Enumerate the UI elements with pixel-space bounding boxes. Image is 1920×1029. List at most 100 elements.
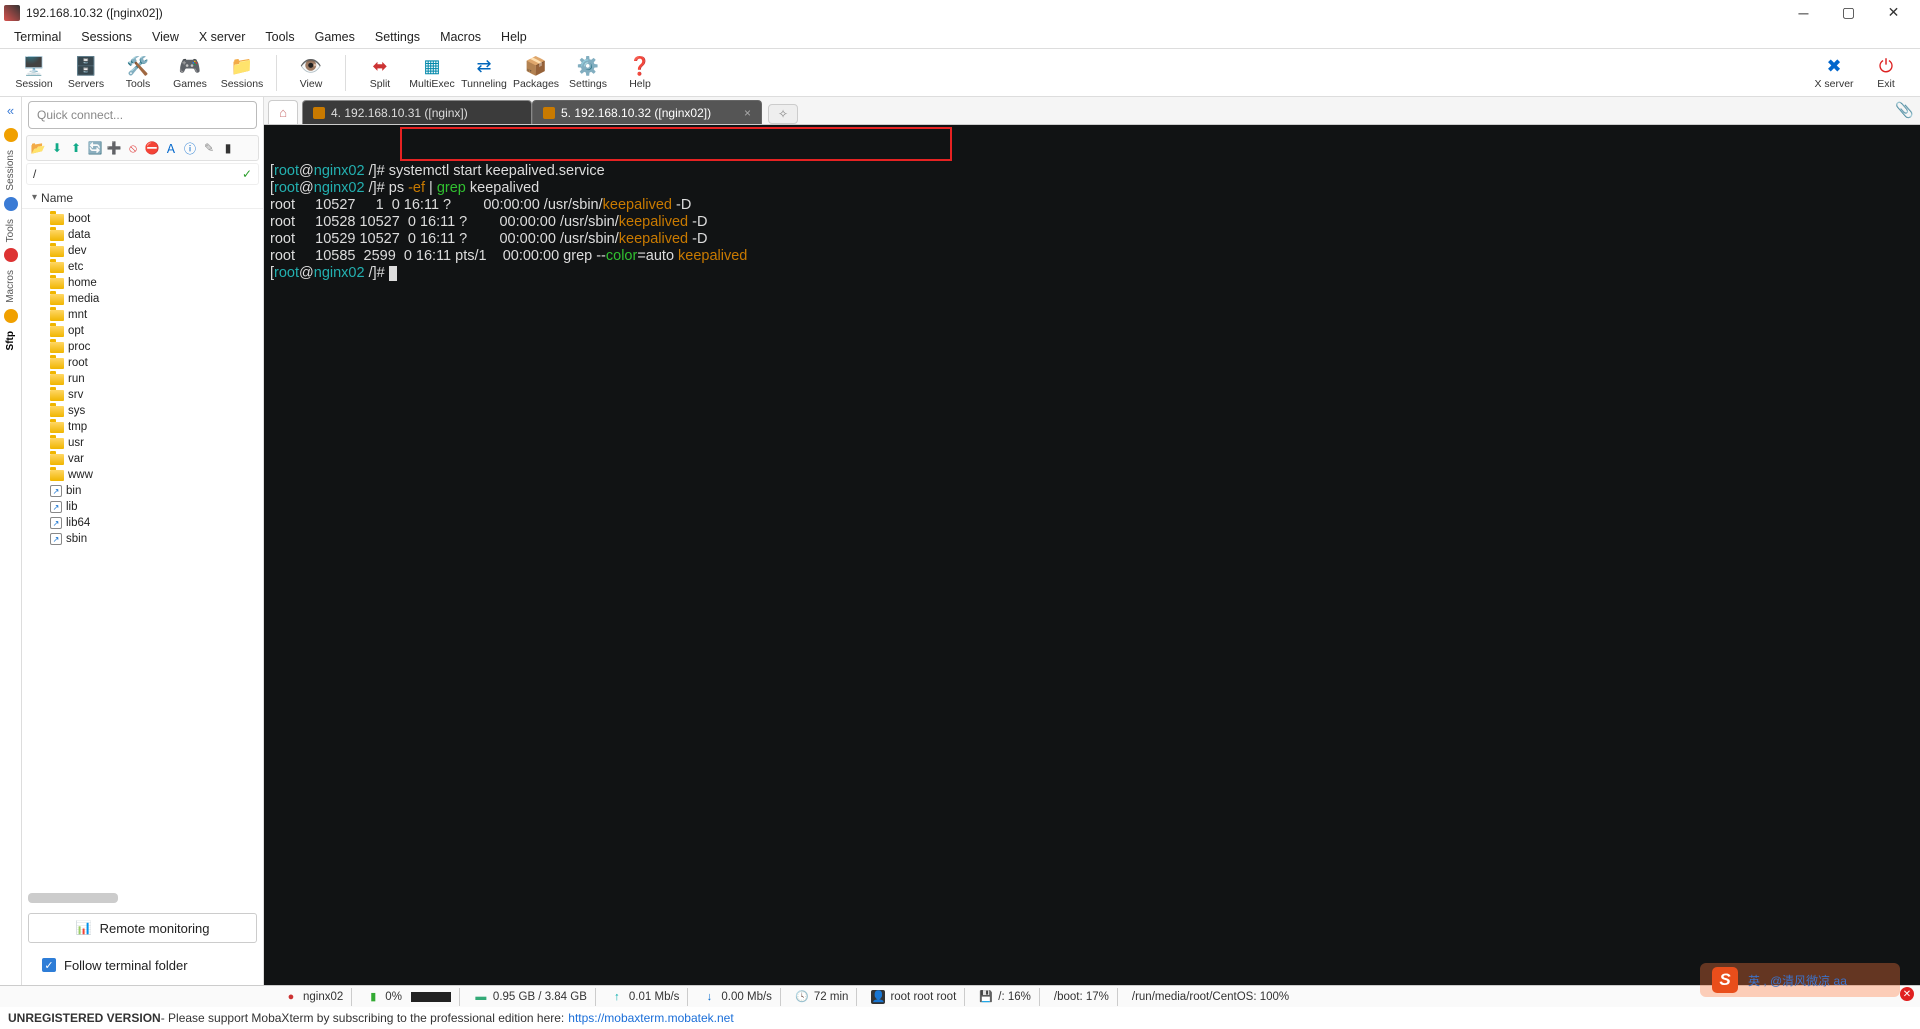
input-method-capsule[interactable]: S 英 , @清风微凉 aa	[1700, 963, 1900, 997]
menu-tools[interactable]: Tools	[255, 28, 304, 46]
sftp-panel: Quick connect... 📂⬇⬆🔄➕⦸⛔Ａⓘ✎▮ / ✓ ▾ Name …	[22, 97, 264, 985]
download-icon[interactable]: ⬇	[49, 140, 65, 156]
menu-games[interactable]: Games	[305, 28, 365, 46]
minimize-button[interactable]: ─	[1781, 0, 1826, 25]
tools-button[interactable]: 🛠️Tools	[112, 50, 164, 96]
session-button[interactable]: 🖥️Session	[8, 50, 60, 96]
exit-button[interactable]: ⏻Exit	[1860, 50, 1912, 96]
file-item[interactable]: ↗lib64	[22, 515, 263, 531]
packages-icon: 📦	[525, 55, 547, 77]
upload-icon[interactable]: ⬆	[68, 140, 84, 156]
newfolder-icon[interactable]: ➕	[106, 140, 122, 156]
servers-button[interactable]: 🗄️Servers	[60, 50, 112, 96]
paperclip-icon[interactable]: 📎	[1895, 101, 1914, 119]
remote-monitoring-button[interactable]: 📊 Remote monitoring	[28, 913, 257, 943]
refresh-icon[interactable]: 🔄	[87, 140, 103, 156]
file-name: opt	[68, 325, 84, 337]
vtab-sftp[interactable]: Sftp	[5, 325, 16, 356]
new-tab-button[interactable]: ✧	[768, 104, 798, 124]
status-disk-media: /run/media/root/CentOS: 100%	[1124, 988, 1297, 1006]
help-button[interactable]: ❓Help	[614, 50, 666, 96]
menu-view[interactable]: View	[142, 28, 189, 46]
file-item[interactable]: etc	[22, 259, 263, 275]
terminal[interactable]: [root@nginx02 /]# systemctl start keepal…	[264, 125, 1920, 985]
sessions-button[interactable]: 📁Sessions	[216, 50, 268, 96]
collapse-sidebar-icon[interactable]: «	[7, 103, 14, 118]
file-item[interactable]: sys	[22, 403, 263, 419]
monitor-icon: 📊	[75, 920, 91, 936]
file-item[interactable]: boot	[22, 211, 263, 227]
folder-up-icon[interactable]: 📂	[30, 140, 46, 156]
xserver-button[interactable]: ✖X server	[1808, 50, 1860, 96]
settings-button[interactable]: ⚙️Settings	[562, 50, 614, 96]
file-item[interactable]: opt	[22, 323, 263, 339]
file-item[interactable]: proc	[22, 339, 263, 355]
stop-icon[interactable]: ⛔	[144, 140, 160, 156]
file-item[interactable]: ↗sbin	[22, 531, 263, 547]
folder-icon	[50, 374, 64, 385]
tab-label: 5. 192.168.10.32 ([nginx02])	[561, 106, 711, 120]
file-item[interactable]: usr	[22, 435, 263, 451]
tunneling-icon: ⇄	[473, 55, 495, 77]
file-item[interactable]: home	[22, 275, 263, 291]
file-item[interactable]: root	[22, 355, 263, 371]
file-item[interactable]: dev	[22, 243, 263, 259]
tree-expand-icon[interactable]: ▾	[32, 192, 37, 203]
tunneling-button[interactable]: ⇄Tunneling	[458, 50, 510, 96]
folder-icon	[50, 294, 64, 305]
file-item[interactable]: ↗lib	[22, 499, 263, 515]
split-button[interactable]: ⬌Split	[354, 50, 406, 96]
vertical-tab-rail: « Sessions Tools Macros Sftp	[0, 97, 22, 985]
menu-sessions[interactable]: Sessions	[71, 28, 142, 46]
file-name: run	[68, 373, 85, 385]
rename-icon[interactable]: Ａ	[163, 140, 179, 156]
vtab-tools[interactable]: Tools	[5, 213, 16, 248]
horizontal-scrollbar[interactable]	[28, 893, 118, 903]
folder-icon	[50, 422, 64, 433]
file-item[interactable]: ↗bin	[22, 483, 263, 499]
close-button[interactable]: ✕	[1871, 0, 1916, 25]
vtab-sessions[interactable]: Sessions	[5, 144, 16, 197]
menu-help[interactable]: Help	[491, 28, 537, 46]
menu-macros[interactable]: Macros	[430, 28, 491, 46]
menu-settings[interactable]: Settings	[365, 28, 430, 46]
folder-icon	[50, 326, 64, 337]
session-tabbar: ⌂ 4. 192.168.10.31 ([nginx]) 5. 192.168.…	[264, 97, 1920, 125]
file-item[interactable]: var	[22, 451, 263, 467]
terminal-icon[interactable]: ▮	[220, 140, 236, 156]
session-tab-5[interactable]: 5. 192.168.10.32 ([nginx02]) ×	[532, 100, 762, 124]
file-item[interactable]: tmp	[22, 419, 263, 435]
file-name: home	[68, 277, 97, 289]
quick-connect-input[interactable]: Quick connect...	[28, 101, 257, 129]
notification-dot-icon[interactable]: ✕	[1900, 987, 1914, 1001]
vtab-icon	[4, 128, 18, 142]
multiexec-button[interactable]: ▦MultiExec	[406, 50, 458, 96]
file-item[interactable]: media	[22, 291, 263, 307]
file-name: proc	[68, 341, 90, 353]
maximize-button[interactable]: ▢	[1826, 0, 1871, 25]
file-item[interactable]: data	[22, 227, 263, 243]
session-tab-4[interactable]: 4. 192.168.10.31 ([nginx])	[302, 100, 532, 124]
file-item[interactable]: srv	[22, 387, 263, 403]
menu-x-server[interactable]: X server	[189, 28, 256, 46]
edit-icon[interactable]: ✎	[201, 140, 217, 156]
games-button[interactable]: 🎮Games	[164, 50, 216, 96]
file-item[interactable]: run	[22, 371, 263, 387]
vtab-macros[interactable]: Macros	[5, 264, 16, 309]
folder-icon	[50, 390, 64, 401]
menu-terminal[interactable]: Terminal	[4, 28, 71, 46]
follow-terminal-toggle[interactable]: ✓ Follow terminal folder	[28, 951, 257, 979]
delete-icon[interactable]: ⦸	[125, 140, 141, 156]
packages-button[interactable]: 📦Packages	[510, 50, 562, 96]
perms-icon[interactable]: ⓘ	[182, 140, 198, 156]
sftp-path[interactable]: / ✓	[26, 163, 259, 185]
file-item[interactable]: www	[22, 467, 263, 483]
folder-icon	[50, 358, 64, 369]
footer-link[interactable]: https://mobaxterm.mobatek.net	[568, 1011, 733, 1025]
tab-close-icon[interactable]: ×	[744, 106, 751, 120]
file-item[interactable]: mnt	[22, 307, 263, 323]
home-tab[interactable]: ⌂	[268, 100, 298, 124]
view-button[interactable]: 👁️View	[285, 50, 337, 96]
file-tree-header[interactable]: ▾ Name	[22, 187, 263, 209]
file-tree[interactable]: bootdatadevetc home mediamnt opt proc root run…	[22, 209, 263, 889]
